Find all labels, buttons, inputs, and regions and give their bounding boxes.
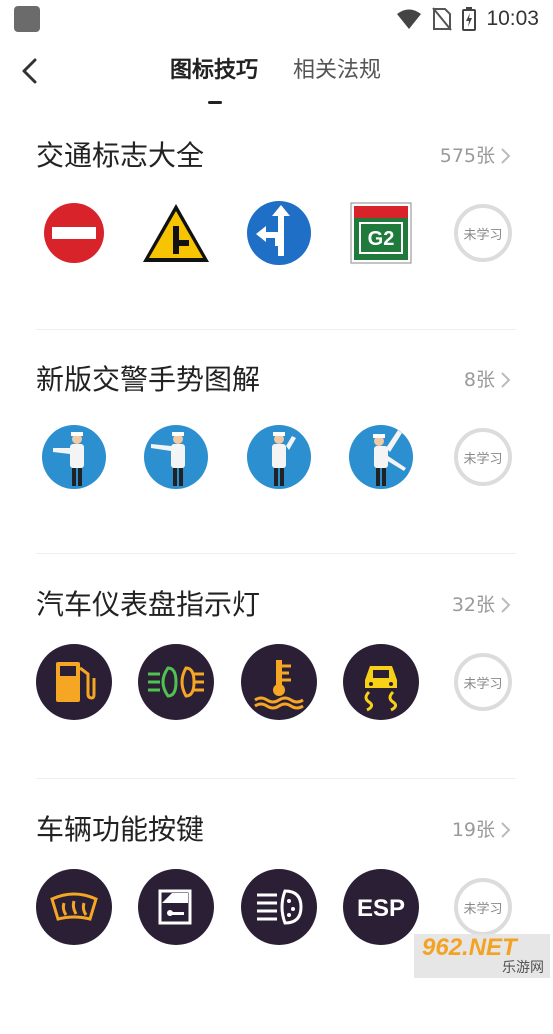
- skid-control-icon[interactable]: [341, 642, 421, 722]
- divider: [36, 778, 516, 779]
- no-sim-icon: [432, 7, 453, 31]
- esp-icon[interactable]: ESP: [341, 867, 421, 947]
- active-tab-indicator: [208, 101, 222, 104]
- status-time: 10:03: [486, 7, 539, 30]
- esp-label: ESP: [357, 895, 405, 922]
- not-learned-label: 未学习: [454, 653, 512, 711]
- status-not-learned: 未学习: [443, 417, 523, 497]
- section-traffic-signs[interactable]: 交通标志大全 575张 G2 未学习: [0, 136, 553, 360]
- section-title: 新版交警手势图解: [36, 363, 261, 396]
- status-bar: 10:03: [0, 0, 553, 40]
- t-junction-warning-sign-icon[interactable]: [136, 193, 216, 273]
- watermark-subtitle: 乐游网: [502, 960, 544, 976]
- top-navigation: 图标技巧 相关法规: [0, 44, 553, 110]
- divider: [36, 329, 516, 330]
- chevron-left-icon: [22, 58, 37, 84]
- door-key-icon[interactable]: [136, 867, 216, 947]
- section-title: 车辆功能按键: [36, 813, 205, 846]
- section-count: 19张: [451, 819, 495, 841]
- police-gesture-straight-icon[interactable]: [136, 417, 216, 497]
- back-button[interactable]: [14, 56, 44, 86]
- chevron-right-icon: [501, 372, 511, 388]
- chevron-right-icon: [501, 597, 511, 613]
- divider: [36, 553, 516, 554]
- section-police-gestures[interactable]: 新版交警手势图解 8张 未学习: [0, 360, 553, 584]
- section-title: 交通标志大全: [36, 139, 205, 172]
- watermark: 962.NET 乐游网: [414, 934, 550, 978]
- fog-light-icon[interactable]: [136, 642, 216, 722]
- expressway-g2-sign-icon[interactable]: G2: [341, 193, 421, 273]
- section-count: 575张: [439, 145, 495, 167]
- section-function-keys[interactable]: 车辆功能按键 19张 ESP 未学习: [0, 810, 553, 1034]
- not-learned-label: 未学习: [454, 878, 512, 936]
- police-gesture-left-turn-icon[interactable]: [239, 417, 319, 497]
- status-not-learned: 未学习: [443, 193, 523, 273]
- police-gesture-right-turn-icon[interactable]: [341, 417, 421, 497]
- icon-row: 未学习: [0, 642, 553, 722]
- tab-regulations[interactable]: 相关法规: [293, 56, 381, 86]
- fuel-warning-icon[interactable]: [34, 642, 114, 722]
- chevron-right-icon: [501, 822, 511, 838]
- not-learned-label: 未学习: [454, 428, 512, 486]
- windshield-defrost-icon[interactable]: [34, 867, 114, 947]
- section-title: 汽车仪表盘指示灯: [36, 588, 261, 621]
- status-indicators: 10:03: [396, 4, 539, 34]
- section-count: 8张: [463, 369, 495, 391]
- straight-or-left-sign-icon[interactable]: [239, 193, 319, 273]
- no-entry-sign-icon[interactable]: [34, 193, 114, 273]
- police-gesture-stop-icon[interactable]: [34, 417, 114, 497]
- chevron-right-icon: [501, 148, 511, 164]
- not-learned-label: 未学习: [454, 204, 512, 262]
- tab-icon-tips[interactable]: 图标技巧: [170, 56, 258, 86]
- g2-label: G2: [368, 228, 395, 250]
- status-not-learned: 未学习: [443, 642, 523, 722]
- section-count: 32张: [451, 594, 495, 616]
- coolant-temperature-icon[interactable]: [239, 642, 319, 722]
- battery-charging-icon: [462, 7, 477, 31]
- headlight-washer-icon[interactable]: [239, 867, 319, 947]
- icon-row: 未学习: [0, 417, 553, 497]
- section-dashboard-lights[interactable]: 汽车仪表盘指示灯 32张 未学习: [0, 585, 553, 809]
- app-notification-icon: [14, 6, 40, 32]
- wifi-icon: [397, 9, 422, 29]
- icon-row: G2 未学习: [0, 193, 553, 273]
